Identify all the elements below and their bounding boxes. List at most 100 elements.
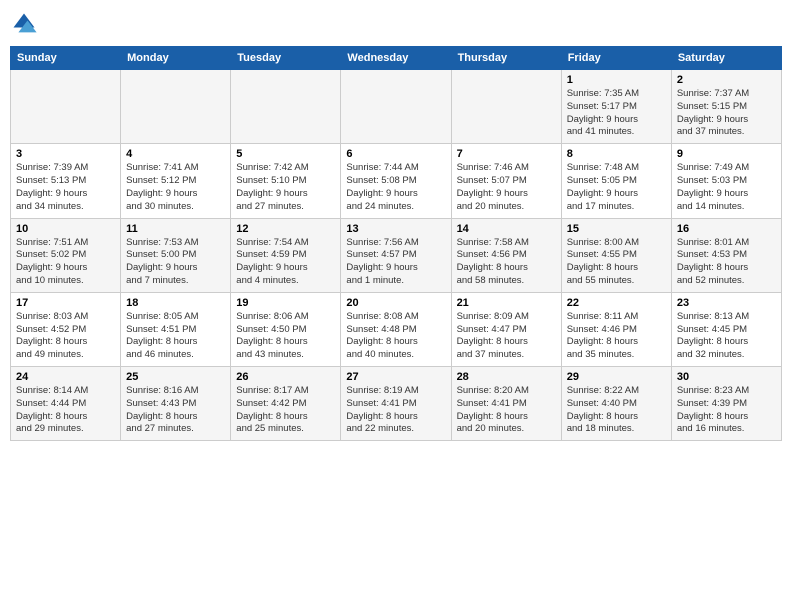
day-info: Sunrise: 8:13 AM Sunset: 4:45 PM Dayligh… [677, 311, 776, 362]
calendar-cell: 4 Sunrise: 7:41 AM Sunset: 5:12 PM Daylig… [121, 144, 231, 218]
day-info: Sunrise: 8:23 AM Sunset: 4:39 PM Dayligh… [677, 385, 776, 436]
calendar-cell: 23 Sunrise: 8:13 AM Sunset: 4:45 PM Dayli… [671, 292, 781, 366]
day-info: Sunrise: 7:35 AM Sunset: 5:17 PM Dayligh… [567, 88, 666, 139]
calendar-cell: 30 Sunrise: 8:23 AM Sunset: 4:39 PM Dayli… [671, 367, 781, 441]
day-info: Sunrise: 7:48 AM Sunset: 5:05 PM Dayligh… [567, 162, 666, 213]
day-info: Sunrise: 8:09 AM Sunset: 4:47 PM Dayligh… [457, 311, 556, 362]
calendar-cell [341, 70, 451, 144]
calendar-cell: 28 Sunrise: 8:20 AM Sunset: 4:41 PM Dayli… [451, 367, 561, 441]
day-info: Sunrise: 7:51 AM Sunset: 5:02 PM Dayligh… [16, 237, 115, 288]
day-info: Sunrise: 7:53 AM Sunset: 5:00 PM Dayligh… [126, 237, 225, 288]
calendar-cell: 10 Sunrise: 7:51 AM Sunset: 5:02 PM Dayli… [11, 218, 121, 292]
weekday-header: Sunday [11, 47, 121, 70]
day-number: 1 [567, 74, 666, 86]
calendar-cell: 6 Sunrise: 7:44 AM Sunset: 5:08 PM Daylig… [341, 144, 451, 218]
day-info: Sunrise: 8:03 AM Sunset: 4:52 PM Dayligh… [16, 311, 115, 362]
calendar-cell: 3 Sunrise: 7:39 AM Sunset: 5:13 PM Daylig… [11, 144, 121, 218]
day-number: 21 [457, 297, 556, 309]
calendar-cell [451, 70, 561, 144]
calendar-cell: 21 Sunrise: 8:09 AM Sunset: 4:47 PM Dayli… [451, 292, 561, 366]
day-number: 22 [567, 297, 666, 309]
day-info: Sunrise: 8:01 AM Sunset: 4:53 PM Dayligh… [677, 237, 776, 288]
page-header [10, 10, 782, 38]
day-info: Sunrise: 8:20 AM Sunset: 4:41 PM Dayligh… [457, 385, 556, 436]
calendar-week-row: 3 Sunrise: 7:39 AM Sunset: 5:13 PM Daylig… [11, 144, 782, 218]
day-info: Sunrise: 7:39 AM Sunset: 5:13 PM Dayligh… [16, 162, 115, 213]
logo [10, 10, 42, 38]
weekday-header: Wednesday [341, 47, 451, 70]
calendar-cell: 17Sunrise: 8:03 AM Sunset: 4:52 PM Dayli… [11, 292, 121, 366]
weekday-header: Tuesday [231, 47, 341, 70]
day-number: 3 [16, 148, 115, 160]
logo-icon [10, 10, 38, 38]
calendar-cell: 24Sunrise: 8:14 AM Sunset: 4:44 PM Dayli… [11, 367, 121, 441]
day-info: Sunrise: 8:22 AM Sunset: 4:40 PM Dayligh… [567, 385, 666, 436]
weekday-header: Saturday [671, 47, 781, 70]
day-info: Sunrise: 8:16 AM Sunset: 4:43 PM Dayligh… [126, 385, 225, 436]
day-number: 19 [236, 297, 335, 309]
day-number: 13 [346, 223, 445, 235]
day-number: 2 [677, 74, 776, 86]
day-info: Sunrise: 8:08 AM Sunset: 4:48 PM Dayligh… [346, 311, 445, 362]
calendar-table: SundayMondayTuesdayWednesdayThursdayFrid… [10, 46, 782, 441]
calendar-cell: 1 Sunrise: 7:35 AM Sunset: 5:17 PM Daylig… [561, 70, 671, 144]
day-number: 16 [677, 223, 776, 235]
day-info: Sunrise: 8:17 AM Sunset: 4:42 PM Dayligh… [236, 385, 335, 436]
day-number: 15 [567, 223, 666, 235]
day-info: Sunrise: 7:44 AM Sunset: 5:08 PM Dayligh… [346, 162, 445, 213]
day-number: 11 [126, 223, 225, 235]
day-number: 4 [126, 148, 225, 160]
day-info: Sunrise: 8:19 AM Sunset: 4:41 PM Dayligh… [346, 385, 445, 436]
day-number: 23 [677, 297, 776, 309]
day-number: 26 [236, 371, 335, 383]
day-number: 14 [457, 223, 556, 235]
day-info: Sunrise: 8:06 AM Sunset: 4:50 PM Dayligh… [236, 311, 335, 362]
calendar-cell: 22 Sunrise: 8:11 AM Sunset: 4:46 PM Dayli… [561, 292, 671, 366]
calendar-cell: 5Sunrise: 7:42 AM Sunset: 5:10 PM Daylig… [231, 144, 341, 218]
weekday-header: Thursday [451, 47, 561, 70]
calendar-cell: 27 Sunrise: 8:19 AM Sunset: 4:41 PM Dayli… [341, 367, 451, 441]
day-info: Sunrise: 8:00 AM Sunset: 4:55 PM Dayligh… [567, 237, 666, 288]
calendar-week-row: 24Sunrise: 8:14 AM Sunset: 4:44 PM Dayli… [11, 367, 782, 441]
calendar-week-row: 1 Sunrise: 7:35 AM Sunset: 5:17 PM Daylig… [11, 70, 782, 144]
calendar-cell: 26 Sunrise: 8:17 AM Sunset: 4:42 PM Dayli… [231, 367, 341, 441]
calendar-cell: 20Sunrise: 8:08 AM Sunset: 4:48 PM Dayli… [341, 292, 451, 366]
calendar-cell [11, 70, 121, 144]
day-number: 6 [346, 148, 445, 160]
day-info: Sunrise: 7:58 AM Sunset: 4:56 PM Dayligh… [457, 237, 556, 288]
day-number: 5 [236, 148, 335, 160]
day-info: Sunrise: 7:41 AM Sunset: 5:12 PM Dayligh… [126, 162, 225, 213]
day-number: 18 [126, 297, 225, 309]
calendar-cell: 8Sunrise: 7:48 AM Sunset: 5:05 PM Daylig… [561, 144, 671, 218]
day-info: Sunrise: 7:54 AM Sunset: 4:59 PM Dayligh… [236, 237, 335, 288]
day-number: 25 [126, 371, 225, 383]
day-number: 7 [457, 148, 556, 160]
calendar-cell: 13 Sunrise: 7:56 AM Sunset: 4:57 PM Dayli… [341, 218, 451, 292]
day-number: 29 [567, 371, 666, 383]
day-info: Sunrise: 7:49 AM Sunset: 5:03 PM Dayligh… [677, 162, 776, 213]
weekday-header: Friday [561, 47, 671, 70]
calendar-cell: 16 Sunrise: 8:01 AM Sunset: 4:53 PM Dayli… [671, 218, 781, 292]
weekday-header-row: SundayMondayTuesdayWednesdayThursdayFrid… [11, 47, 782, 70]
day-info: Sunrise: 7:46 AM Sunset: 5:07 PM Dayligh… [457, 162, 556, 213]
calendar-week-row: 17Sunrise: 8:03 AM Sunset: 4:52 PM Dayli… [11, 292, 782, 366]
day-number: 12 [236, 223, 335, 235]
day-number: 10 [16, 223, 115, 235]
day-info: Sunrise: 8:14 AM Sunset: 4:44 PM Dayligh… [16, 385, 115, 436]
calendar-cell: 2 Sunrise: 7:37 AM Sunset: 5:15 PM Daylig… [671, 70, 781, 144]
day-info: Sunrise: 7:37 AM Sunset: 5:15 PM Dayligh… [677, 88, 776, 139]
day-number: 28 [457, 371, 556, 383]
day-info: Sunrise: 7:56 AM Sunset: 4:57 PM Dayligh… [346, 237, 445, 288]
calendar-cell [231, 70, 341, 144]
day-number: 30 [677, 371, 776, 383]
day-number: 27 [346, 371, 445, 383]
calendar-cell: 11 Sunrise: 7:53 AM Sunset: 5:00 PM Dayli… [121, 218, 231, 292]
calendar-cell: 7 Sunrise: 7:46 AM Sunset: 5:07 PM Daylig… [451, 144, 561, 218]
calendar-cell: 15 Sunrise: 8:00 AM Sunset: 4:55 PM Dayli… [561, 218, 671, 292]
day-info: Sunrise: 8:05 AM Sunset: 4:51 PM Dayligh… [126, 311, 225, 362]
calendar-cell: 9Sunrise: 7:49 AM Sunset: 5:03 PM Daylig… [671, 144, 781, 218]
calendar-cell: 29 Sunrise: 8:22 AM Sunset: 4:40 PM Dayli… [561, 367, 671, 441]
calendar-week-row: 10 Sunrise: 7:51 AM Sunset: 5:02 PM Dayli… [11, 218, 782, 292]
calendar-cell: 18 Sunrise: 8:05 AM Sunset: 4:51 PM Dayli… [121, 292, 231, 366]
day-info: Sunrise: 8:11 AM Sunset: 4:46 PM Dayligh… [567, 311, 666, 362]
